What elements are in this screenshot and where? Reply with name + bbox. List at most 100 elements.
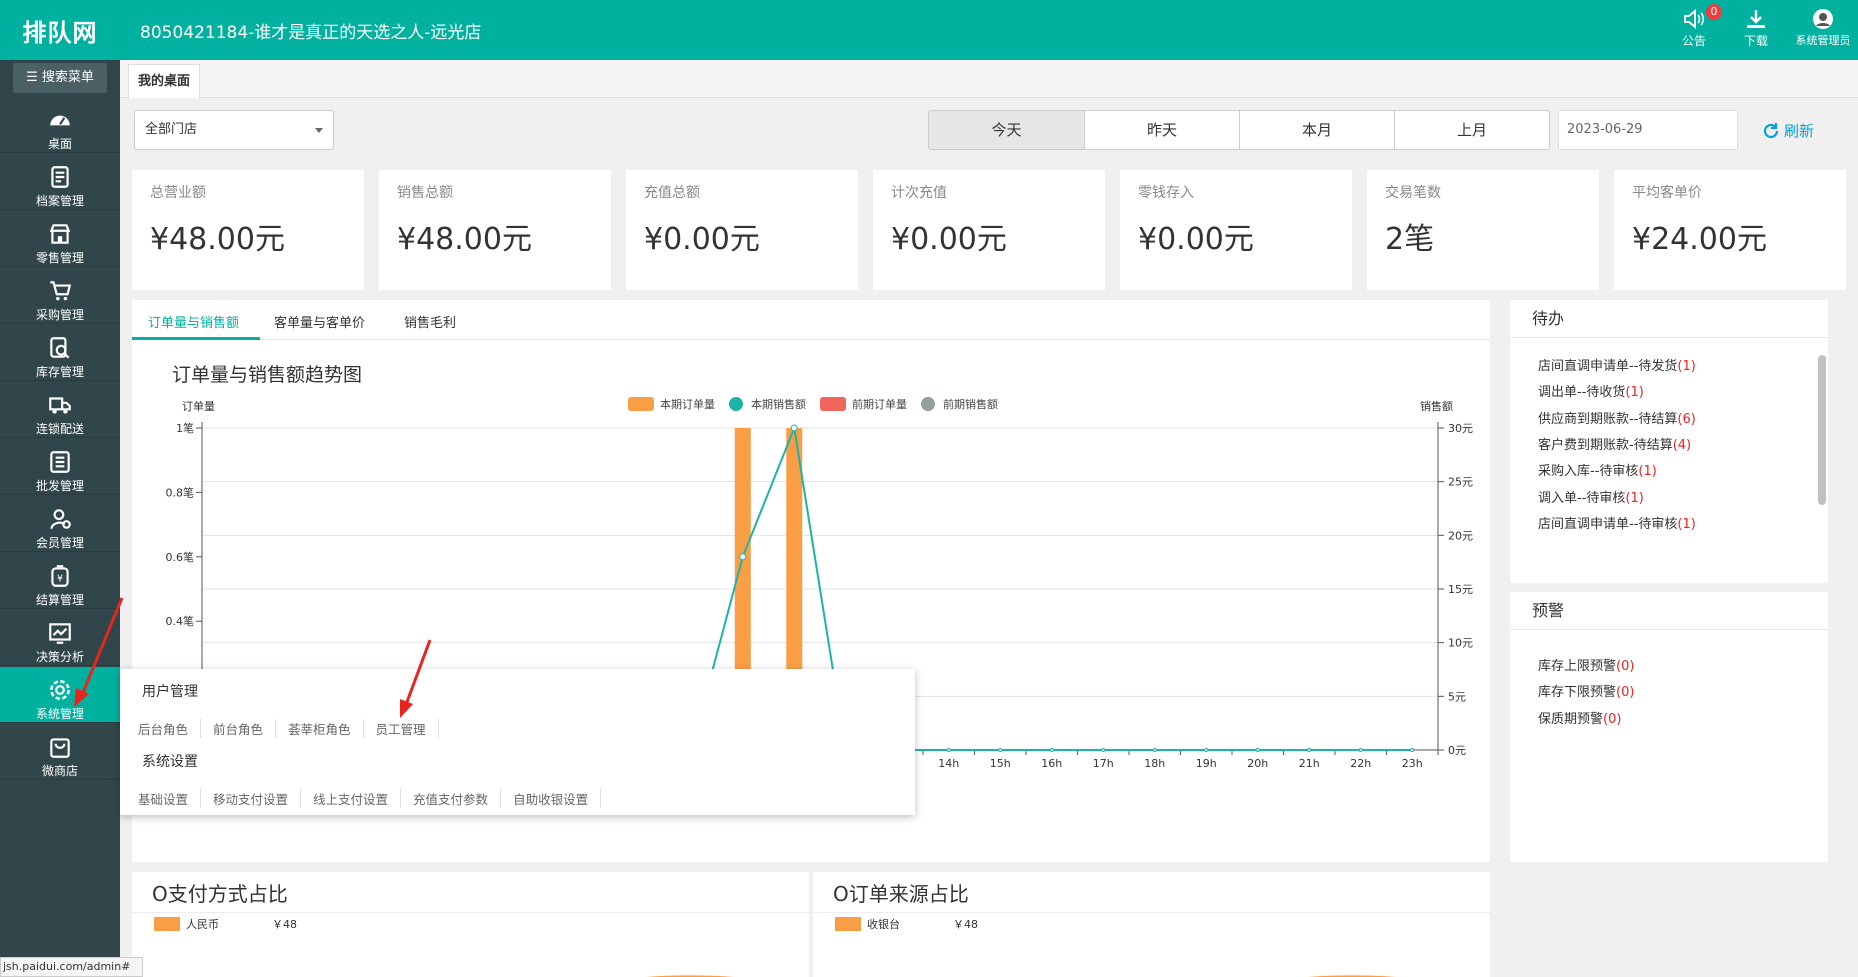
menu-self-checkout[interactable]: 自助收银设置 [513,789,602,808]
y2-tick-label: 25元 [1448,476,1473,489]
todo-item-count: (1) [1677,516,1696,532]
x-tick-label: 21h [1299,757,1320,770]
sidebar-item-micro-shop[interactable]: 微商店 [0,724,120,780]
kpi-label: 充值总额 [644,185,700,201]
sidebar-item-retail[interactable]: 零售管理 [0,211,120,267]
order-source-pie [1308,975,1396,977]
todo-item[interactable]: 店间直调申请单--待发货(1) [1538,355,1696,374]
kpi-label: 总营业额 [150,185,206,201]
sidebar-item-member[interactable]: 会员管理 [0,496,120,552]
todo-item[interactable]: 采购入库--待审核(1) [1538,460,1657,479]
x-tick-label: 14h [938,757,959,770]
kpi-value: ¥0.00元 [644,222,760,257]
menu-list-icon: ☰ [26,70,42,85]
period-yesterday[interactable]: 昨天 [1084,111,1239,149]
point-current-sales [1204,748,1209,752]
warning-item[interactable]: 保质期预警(0) [1538,708,1621,727]
sidebar-item-distribution[interactable]: 连锁配送 [0,382,120,438]
menu-recharge-params[interactable]: 充值支付参数 [413,789,502,808]
sidebar-item-settlement[interactable]: ¥ 结算管理 [0,553,120,609]
sidebar-item-label: 会员管理 [35,536,84,550]
todo-item-label: 采购入库--待审核 [1538,464,1639,480]
todo-item[interactable]: 调出单--待收货(1) [1538,381,1644,400]
tab-my-desktop[interactable]: 我的桌面 [128,64,200,98]
menu-basic-settings[interactable]: 基础设置 [138,789,202,808]
kpi-value: ¥48.00元 [397,222,532,257]
user-label: 系统管理员 [1795,34,1851,47]
popup-row-user: 后台角色 前台角色 荟莘柜角色 员工管理 [138,719,451,738]
kpi-label: 计次充值 [891,185,947,201]
store-select[interactable]: 全部门店 [134,110,334,150]
sidebar: ☰ 搜索菜单 桌面 档案管理 零售管理 采购管理 库存管理连锁配送批发管理会员管理 ¥ 结算… [0,60,128,977]
sidebar-item-inventory[interactable]: 库存管理 [0,325,120,381]
payment-pie-card: O支付方式占比 人民币 ￥48 [132,872,809,977]
warning-item[interactable]: 库存下限预警(0) [1538,681,1634,700]
todo-item[interactable]: 店间直调申请单--待审核(1) [1538,513,1696,532]
todo-item[interactable]: 调入单--待审核(1) [1538,487,1644,506]
todo-item-label: 调入单--待审核 [1538,490,1626,506]
todo-item-count: (1) [1625,490,1644,506]
notice-button[interactable]: 0 公告 [1674,4,1722,49]
shop-title: 8050421184-谁才是真正的天选之人-远光店 [140,23,482,43]
sidebar-item-wholesale[interactable]: 批发管理 [0,439,120,495]
kpi-label: 平均客单价 [1632,185,1702,201]
wholesale-icon [50,451,70,473]
user-menu[interactable]: 系统管理员 [1790,8,1856,48]
todo-item[interactable]: 客户费到期账款-待结算(4) [1538,434,1691,453]
download-button[interactable]: 下载 [1736,8,1776,49]
chart-tabs: 订单量与销售额 客单量与客单价 销售毛利 [132,300,1490,340]
avatar-icon [1813,9,1833,29]
x-tick-label: 16h [1041,757,1062,770]
refresh-button[interactable]: 刷新 [1762,120,1814,141]
menu-search-button[interactable]: ☰ 搜索菜单 [13,63,107,93]
sidebar-item-archive[interactable]: 档案管理 [0,154,120,210]
kpi-card-transaction-count: 交易笔数 2笔 [1367,170,1599,290]
x-tick-label: 19h [1196,757,1217,770]
dashboard-icon [50,115,70,126]
sidebar-item-label: 微商店 [41,764,78,778]
x-tick-label: 18h [1144,757,1165,770]
tab-order-sales[interactable]: 订单量与销售额 [148,312,239,331]
truck-icon [49,397,71,414]
tab-gross-profit[interactable]: 销售毛利 [404,312,456,331]
todo-scrollbar[interactable] [1818,355,1826,505]
payment-pie [646,975,734,977]
app-logo[interactable]: 排队网 [0,0,120,60]
period-last-month[interactable]: 上月 [1394,111,1549,149]
y2-tick-label: 10元 [1448,637,1473,650]
todo-item-label: 店间直调申请单--待发货 [1538,359,1678,374]
period-this-month[interactable]: 本月 [1239,111,1394,149]
period-toggle: 今天 昨天 本月 上月 [928,110,1550,150]
kpi-label: 交易笔数 [1385,185,1441,201]
kpi-value: ¥24.00元 [1632,222,1767,257]
menu-frontend-role[interactable]: 前台角色 [213,719,277,738]
period-today[interactable]: 今天 [929,111,1084,149]
todo-title: 待办 [1510,300,1828,338]
kpi-card-total-revenue: 总营业额 ¥48.00元 [132,170,364,290]
warning-item-count: (0) [1616,659,1635,674]
speaker-icon [1684,8,1705,30]
sidebar-item-system[interactable]: 系统管理 [0,667,128,723]
todo-item[interactable]: 供应商到期账款--待结算(6) [1538,408,1696,427]
status-url: jsh.paidui.com/admin# [0,957,143,977]
gear-icon [50,680,70,700]
sidebar-item-analysis[interactable]: 决策分析 [0,610,120,666]
todo-item-count: (6) [1677,411,1696,427]
sidebar-item-label: 连锁配送 [35,422,84,436]
date-input[interactable]: 2023-06-29 [1558,110,1738,150]
top-bar: 排队网 8050421184-谁才是真正的天选之人-远光店 0 公告 下载 系统… [0,0,1858,60]
download-label: 下载 [1743,34,1768,48]
sidebar-item-desktop[interactable]: 桌面 [0,97,120,153]
menu-cabinet-role[interactable]: 荟莘柜角色 [288,719,364,738]
warning-item[interactable]: 库存上限预警(0) [1538,655,1634,674]
point-current-sales [946,748,951,752]
member-icon [50,509,71,530]
warning-title: 预警 [1510,592,1828,630]
menu-backend-role[interactable]: 后台角色 [138,719,202,738]
menu-staff-management[interactable]: 员工管理 [376,719,439,738]
todo-item-label: 调出单--待收货 [1538,385,1626,401]
menu-mobile-pay[interactable]: 移动支付设置 [213,789,302,808]
tab-customer-orders[interactable]: 客单量与客单价 [274,312,365,331]
menu-online-pay[interactable]: 线上支付设置 [313,789,402,808]
sidebar-item-purchase[interactable]: 采购管理 [0,268,120,324]
